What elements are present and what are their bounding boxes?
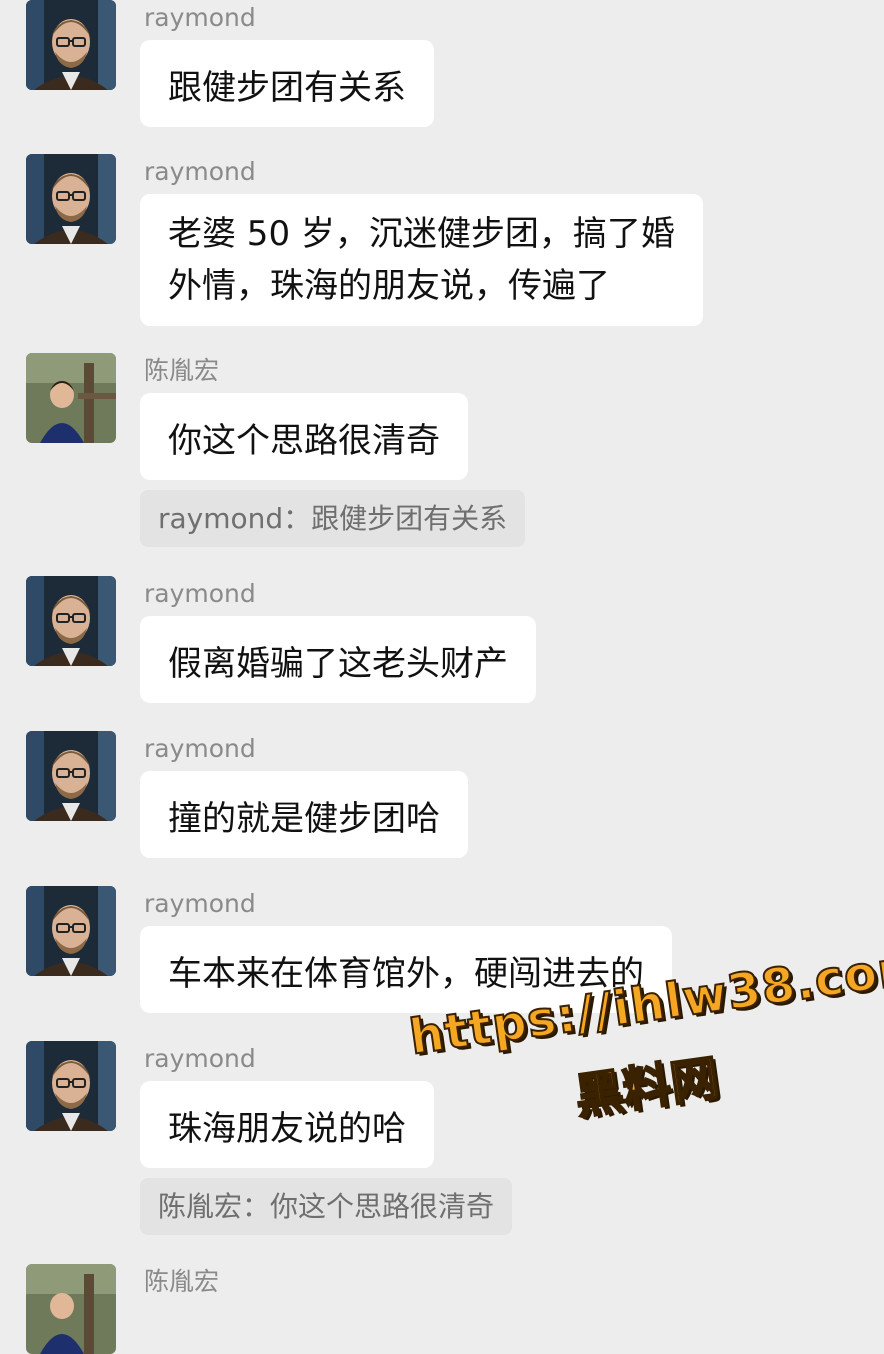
- person-avatar-icon: [26, 1041, 116, 1131]
- avatar-chen[interactable]: [26, 1264, 116, 1354]
- avatar-raymond[interactable]: [26, 576, 116, 666]
- message-bubble[interactable]: 假离婚骗了这老头财产: [140, 616, 536, 703]
- avatar-chen[interactable]: [26, 353, 116, 443]
- sender-name: raymond: [144, 1044, 256, 1073]
- message-bubble[interactable]: 跟健步团有关系: [140, 40, 434, 127]
- child-avatar-icon: [26, 1264, 116, 1354]
- sender-name: raymond: [144, 579, 256, 608]
- avatar-raymond[interactable]: [26, 0, 116, 90]
- chat-history[interactable]: raymond 跟健步团有关系 raymond 老婆 50 岁，沉迷健步团，搞了…: [0, 0, 884, 1354]
- person-avatar-icon: [26, 886, 116, 976]
- person-avatar-icon: [26, 731, 116, 821]
- avatar-raymond[interactable]: [26, 154, 116, 244]
- avatar-raymond[interactable]: [26, 731, 116, 821]
- avatar-raymond[interactable]: [26, 1041, 116, 1131]
- sender-name: raymond: [144, 734, 256, 763]
- quoted-reply[interactable]: 陈胤宏：你这个思路很清奇: [140, 1178, 513, 1235]
- person-avatar-icon: [26, 154, 116, 244]
- quoted-reply[interactable]: raymond：跟健步团有关系: [140, 490, 526, 547]
- sender-name: 陈胤宏: [144, 1267, 220, 1296]
- person-avatar-icon: [26, 576, 116, 666]
- sender-name: raymond: [144, 157, 256, 186]
- avatar-raymond[interactable]: [26, 886, 116, 976]
- sender-name: raymond: [144, 3, 256, 32]
- message-bubble[interactable]: 撞的就是健步团哈: [140, 771, 468, 858]
- person-avatar-icon: [26, 0, 116, 90]
- sender-name: raymond: [144, 889, 256, 918]
- message-bubble[interactable]: 你这个思路很清奇: [140, 393, 468, 480]
- message-bubble[interactable]: 老婆 50 岁，沉迷健步团，搞了婚 外情，珠海的朋友说，传遍了: [140, 194, 703, 326]
- message-line: 老婆 50 岁，沉迷健步团，搞了婚: [168, 214, 675, 254]
- child-avatar-icon: [26, 353, 116, 443]
- message-bubble[interactable]: 珠海朋友说的哈: [140, 1081, 434, 1168]
- sender-name: 陈胤宏: [144, 356, 220, 385]
- message-line: 外情，珠海的朋友说，传遍了: [168, 266, 610, 306]
- message-bubble[interactable]: 车本来在体育馆外，硬闯进去的: [140, 926, 672, 1013]
